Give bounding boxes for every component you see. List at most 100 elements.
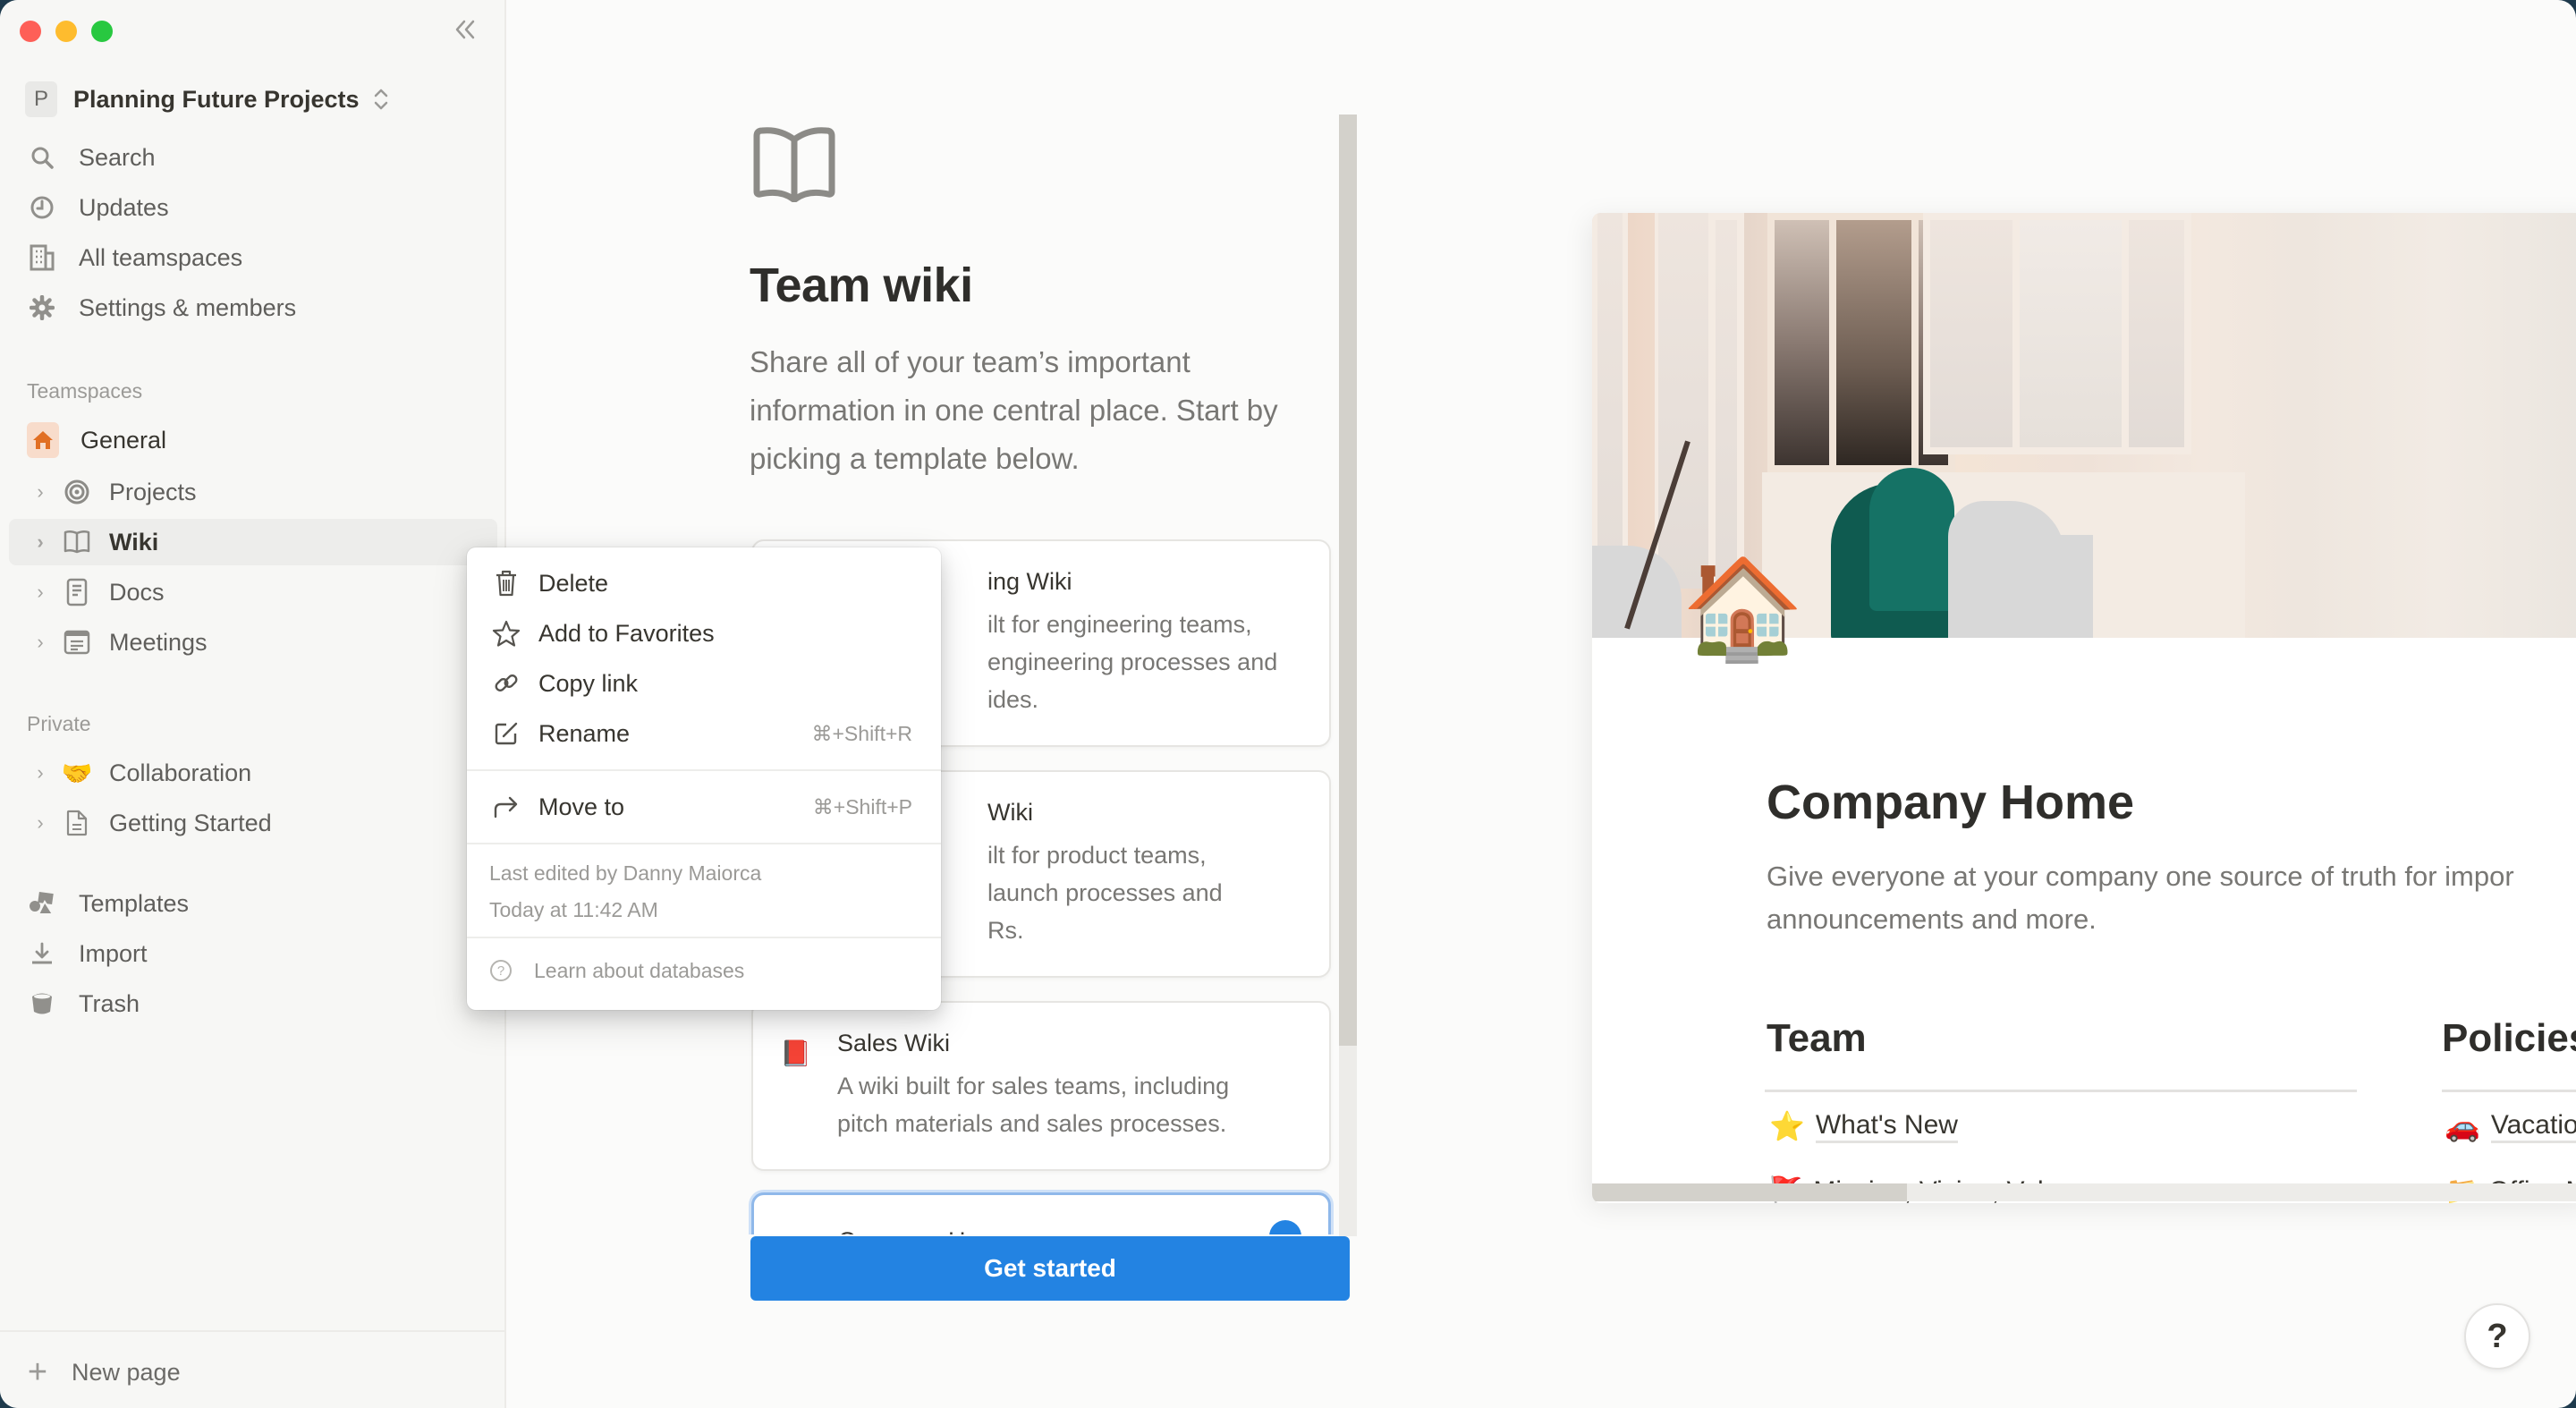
book-icon	[64, 530, 90, 554]
sidebar-item-label: Trash	[79, 989, 140, 1017]
sidebar: P Planning Future Projects Search Update…	[0, 0, 506, 1408]
learn-about-databases-link[interactable]: ? Learn about databases	[490, 954, 744, 987]
template-card-sales-wiki[interactable]: 📕 Sales Wiki A wiki built for sales team…	[751, 1001, 1331, 1171]
get-started-button[interactable]: Get started	[750, 1236, 1350, 1301]
sidebar-item-label: Projects	[109, 478, 197, 505]
search-icon	[31, 147, 54, 169]
sidebar-item-label: General	[80, 426, 167, 454]
sidebar-item-label: Meetings	[109, 628, 208, 656]
column-divider	[1765, 1090, 2357, 1092]
template-name: Sales Wiki	[837, 1030, 951, 1056]
preview-description: Give everyone at your company one source…	[1767, 861, 2514, 935]
collapse-sidebar-button[interactable]	[449, 16, 481, 47]
sidebar-item-label: Search	[79, 143, 156, 171]
book-icon	[753, 127, 835, 202]
menu-item-add-to-favorites[interactable]: Add to Favorites	[467, 610, 941, 657]
chevron-up-down-icon	[374, 89, 387, 110]
sidebar-item-search[interactable]: Search	[27, 138, 156, 177]
scrollbar-thumb[interactable]	[1592, 1183, 1907, 1201]
plus-icon: +	[27, 1353, 48, 1391]
chevron-right-icon[interactable]: ›	[27, 631, 54, 654]
menu-item-rename[interactable]: Rename ⌘+Shift+R	[467, 710, 941, 757]
teamspaces-section-label: Teamspaces	[27, 379, 143, 403]
template-name: ing Wiki	[987, 568, 1072, 595]
page-icon	[66, 810, 88, 836]
download-icon	[32, 942, 52, 964]
edit-icon	[495, 722, 518, 745]
sidebar-item-settings[interactable]: Settings & members	[27, 288, 296, 327]
last-edited-by: Last edited by Danny Maiorca	[489, 861, 762, 885]
preview-title: Company Home	[1767, 776, 2135, 829]
workspace-name: Planning Future Projects	[73, 85, 360, 113]
sidebar-item-general[interactable]: General	[27, 420, 166, 460]
sidebar-item-getting-started[interactable]: › Getting Started	[9, 800, 497, 846]
help-button[interactable]: ?	[2464, 1303, 2530, 1370]
menu-divider	[467, 937, 941, 938]
document-icon	[66, 578, 88, 606]
sidebar-divider	[0, 1330, 504, 1332]
page-title: Team wiki	[750, 259, 973, 312]
red-book-icon: 📕	[780, 1039, 811, 1067]
car-emoji-icon: 🚗	[2445, 1110, 2480, 1142]
chevron-right-icon[interactable]: ›	[27, 530, 54, 554]
preview-column-heading-policies: Policies	[2442, 1016, 2576, 1060]
app-window: P Planning Future Projects Search Update…	[0, 0, 2576, 1408]
sidebar-item-templates[interactable]: Templates	[27, 884, 189, 923]
help-circle-icon: ?	[490, 960, 512, 981]
sidebar-item-meetings[interactable]: › Meetings	[9, 619, 497, 666]
sidebar-item-label: Settings & members	[79, 293, 297, 321]
close-window-button[interactable]	[20, 21, 41, 42]
preview-horizontal-scrollbar[interactable]	[1592, 1183, 2576, 1201]
star-icon	[492, 620, 521, 647]
context-menu: Delete Add to Favorites Copy link Rename…	[467, 547, 941, 1010]
zoom-window-button[interactable]	[91, 21, 113, 42]
preview-link-whats-new: ⭐ What's New	[1769, 1109, 1958, 1143]
sidebar-item-wiki[interactable]: › Wiki	[9, 519, 497, 565]
chevron-right-icon[interactable]: ›	[27, 480, 54, 504]
menu-item-copy-link[interactable]: Copy link	[467, 660, 941, 707]
sidebar-item-label: Collaboration	[109, 759, 252, 786]
template-preview: 🏠 Company Home Give everyone at your com…	[1592, 213, 2576, 1203]
sidebar-item-updates[interactable]: Updates	[27, 188, 169, 227]
sidebar-item-projects[interactable]: › Projects	[9, 469, 497, 515]
link-icon	[495, 674, 518, 691]
building-icon	[30, 244, 55, 271]
sidebar-item-import[interactable]: Import	[27, 934, 148, 973]
sidebar-item-docs[interactable]: › Docs	[9, 569, 497, 615]
preview-column-heading-team: Team	[1767, 1016, 1867, 1060]
page-description: Share all of your team’s important infor…	[750, 345, 1278, 475]
chevron-right-icon[interactable]: ›	[27, 761, 54, 785]
page-icon-emoji: 🏠	[1682, 554, 1804, 664]
menu-divider	[467, 843, 941, 844]
template-list-scrollbar[interactable]	[1339, 115, 1357, 1236]
star-emoji-icon: ⭐	[1769, 1110, 1805, 1142]
sidebar-item-all-teamspaces[interactable]: All teamspaces	[27, 238, 242, 277]
new-page-button[interactable]: + New page	[21, 1353, 181, 1392]
shortcut-hint: ⌘+Shift+P	[812, 794, 912, 819]
sidebar-item-label: All teamspaces	[79, 243, 243, 271]
template-description: A wiki built for sales teams, including …	[837, 1073, 1230, 1137]
private-section-label: Private	[27, 712, 91, 735]
sidebar-item-collaboration[interactable]: › 🤝 Collaboration	[9, 750, 497, 796]
template-name: Wiki	[987, 799, 1033, 826]
scrollbar-thumb[interactable]	[1339, 115, 1357, 1046]
sidebar-item-label: Getting Started	[109, 809, 272, 836]
chevron-right-icon[interactable]: ›	[27, 811, 54, 835]
gear-icon	[30, 295, 55, 320]
clock-icon	[30, 196, 54, 219]
sidebar-item-label: Templates	[79, 889, 190, 917]
minimize-window-button[interactable]	[55, 21, 77, 42]
sidebar-item-label: Wiki	[109, 528, 159, 556]
double-chevron-left-icon	[455, 20, 475, 39]
trash-icon	[496, 570, 516, 597]
target-icon	[64, 479, 89, 505]
new-page-label: New page	[72, 1358, 181, 1386]
workspace-switcher[interactable]: P Planning Future Projects	[25, 81, 390, 118]
sidebar-item-label: Import	[79, 939, 148, 967]
menu-item-move-to[interactable]: Move to ⌘+Shift+P	[467, 784, 941, 830]
menu-item-delete[interactable]: Delete	[467, 560, 941, 606]
chevron-right-icon[interactable]: ›	[27, 581, 54, 604]
template-description: ilt for engineering teams, engineering p…	[987, 611, 1278, 713]
sidebar-item-trash[interactable]: Trash	[27, 984, 140, 1023]
template-description: ilt for product teams, launch processes …	[987, 842, 1223, 944]
